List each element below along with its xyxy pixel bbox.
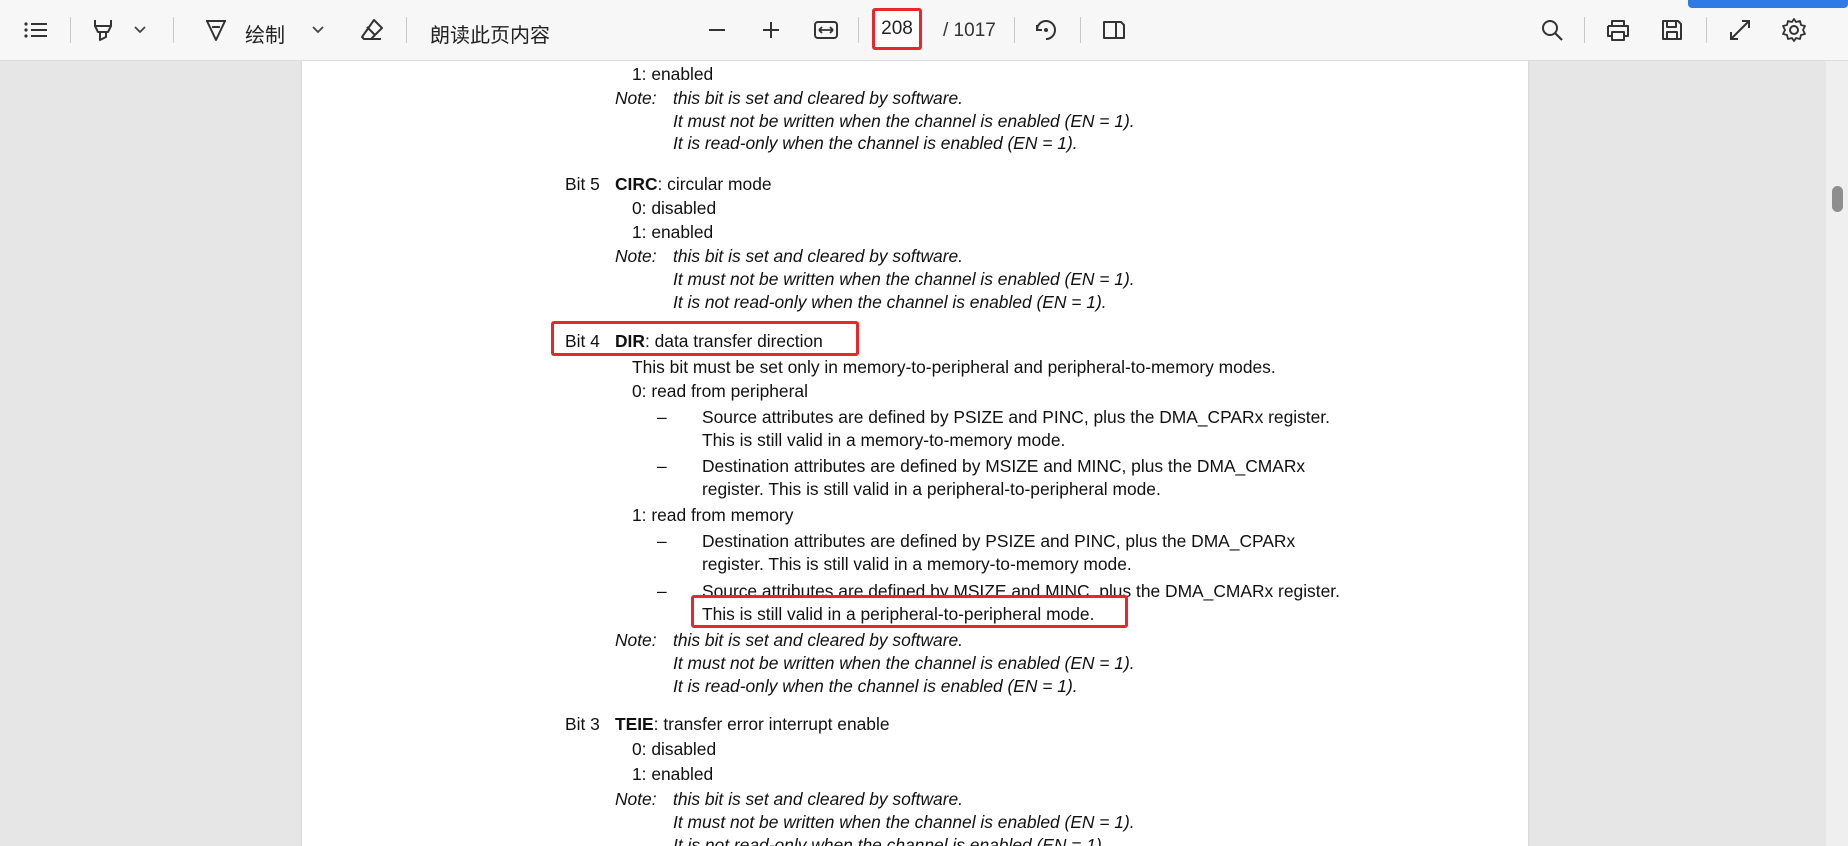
note-label: Note: — [615, 789, 657, 809]
toolbar-separator — [1584, 17, 1585, 43]
list-icon[interactable] — [18, 8, 54, 52]
note-label: Note: — [615, 88, 657, 108]
bit-number: Bit 3 — [565, 714, 600, 734]
zoom-out-icon[interactable] — [702, 8, 732, 52]
toolbar-separator — [858, 17, 859, 43]
bullet-dash: – — [657, 581, 667, 601]
note-line: this bit is set and cleared by software. — [673, 789, 963, 809]
vertical-scrollbar[interactable] — [1826, 61, 1848, 846]
bullet-text: Destination attributes are defined by PS… — [702, 531, 1296, 551]
pdf-toolbar: 绘制 朗读此页内容 208 / 1017 — [0, 0, 1848, 61]
bit-title: TEIE: transfer error interrupt enable — [615, 714, 890, 734]
toolbar-separator — [173, 17, 174, 43]
settings-icon[interactable] — [1778, 8, 1810, 52]
value-line: 0: disabled — [632, 198, 717, 218]
note-line: It must not be written when the channel … — [673, 653, 1135, 673]
note-line: It must not be written when the channel … — [673, 111, 1135, 131]
note-line: this bit is set and cleared by software. — [673, 88, 963, 108]
search-icon[interactable] — [1536, 8, 1568, 52]
note-line: It is read-only when the channel is enab… — [673, 676, 1078, 696]
bullet-text: Destination attributes are defined by MS… — [702, 456, 1306, 476]
scrollbar-thumb[interactable] — [1832, 186, 1843, 212]
highlighter-icon[interactable] — [86, 8, 120, 52]
value-line: 1: enabled — [632, 64, 714, 84]
bit-name: CIRC — [615, 174, 658, 194]
bullet-dash: – — [657, 456, 667, 476]
bit-title: DIR: data transfer direction — [615, 331, 823, 351]
zoom-in-icon[interactable] — [756, 8, 786, 52]
toolbar-separator — [1706, 17, 1707, 43]
fit-width-icon[interactable] — [810, 8, 842, 52]
bullet-dash: – — [657, 531, 667, 551]
window-accent-tab — [1688, 0, 1848, 8]
page-total: / 1017 — [943, 20, 996, 41]
bullet-text: This is still valid in a memory-to-memor… — [702, 430, 1066, 450]
note-line: It is read-only when the channel is enab… — [673, 133, 1078, 153]
toolbar-separator — [70, 17, 71, 43]
toolbar-separator — [406, 17, 407, 43]
save-icon[interactable] — [1656, 8, 1688, 52]
value-line: 1: enabled — [632, 764, 714, 784]
fullscreen-icon[interactable] — [1724, 8, 1756, 52]
note-line: this bit is set and cleared by software. — [673, 246, 963, 266]
value-line: 1: read from memory — [632, 505, 794, 525]
value-line: 0: read from peripheral — [632, 381, 808, 401]
toolbar-separator — [1080, 17, 1081, 43]
bit-title: CIRC: circular mode — [615, 174, 772, 194]
bit-name: TEIE — [615, 714, 654, 734]
value-line: 0: disabled — [632, 739, 717, 759]
read-aloud-button[interactable]: 朗读此页内容 — [430, 19, 550, 48]
draw-label[interactable]: 绘制 — [245, 19, 285, 48]
note-line: this bit is set and cleared by software. — [673, 630, 963, 650]
bullet-text: register. This is still valid in a perip… — [702, 479, 1161, 499]
toolbar-separator — [1014, 17, 1015, 43]
document-viewer[interactable]: 1: enabled Note: this bit is set and cle… — [0, 61, 1848, 846]
page-view-icon[interactable] — [1098, 8, 1130, 52]
bullet-text: This is still valid in a peripheral-to-p… — [702, 604, 1095, 624]
page-number-input[interactable]: 208 — [872, 8, 922, 50]
value-line: 1: enabled — [632, 222, 714, 242]
chevron-down-icon[interactable] — [128, 8, 152, 52]
note-label: Note: — [615, 246, 657, 266]
bit-number: Bit 4 — [565, 331, 600, 351]
bit-description: : circular mode — [657, 174, 772, 194]
note-line: It is not read-only when the channel is … — [673, 835, 1107, 846]
note-label: Note: — [615, 630, 657, 650]
bullet-text: Source attributes are defined by PSIZE a… — [702, 407, 1330, 427]
chevron-down-icon[interactable] — [306, 8, 330, 52]
rotate-icon[interactable] — [1030, 8, 1062, 52]
bullet-dash: – — [657, 407, 667, 427]
bullet-text: Source attributes are defined by MSIZE a… — [702, 581, 1340, 601]
print-icon[interactable] — [1602, 8, 1634, 52]
draw-icon[interactable] — [200, 8, 232, 52]
bit-description: : data transfer direction — [644, 331, 823, 351]
note-line: It must not be written when the channel … — [673, 269, 1135, 289]
bit-number: Bit 5 — [565, 174, 600, 194]
eraser-icon[interactable] — [356, 8, 388, 52]
bit-description: : transfer error interrupt enable — [653, 714, 890, 734]
pdf-page: 1: enabled Note: this bit is set and cle… — [302, 61, 1528, 846]
bullet-text: register. This is still valid in a memor… — [702, 554, 1132, 574]
note-line: It is not read-only when the channel is … — [673, 292, 1107, 312]
bit-name: DIR — [615, 331, 645, 351]
note-line: It must not be written when the channel … — [673, 812, 1135, 832]
description-line: This bit must be set only in memory-to-p… — [632, 357, 1276, 377]
